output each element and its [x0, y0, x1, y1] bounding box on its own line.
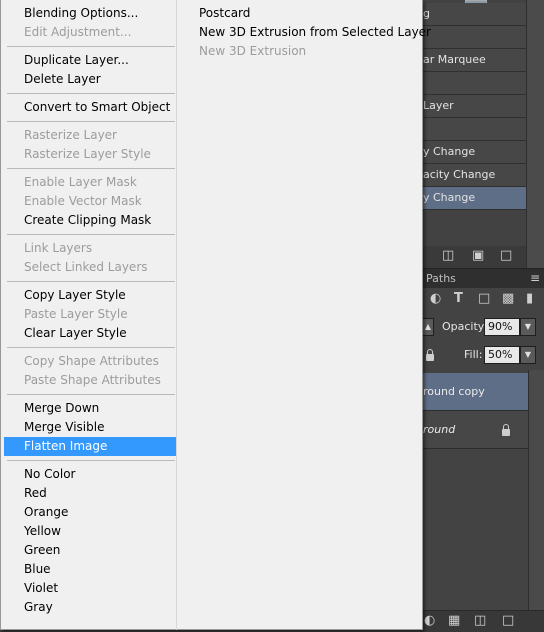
layer-name: round — [423, 423, 456, 436]
menu-item-rasterize-layer-style: Rasterize Layer Style — [24, 147, 151, 161]
menu-column-right: Postcard New 3D Extrusion from Selected L… — [178, 0, 431, 630]
layer-filter-icons: ◐ T □ ▩ ▮ — [420, 288, 544, 310]
history-state-row[interactable]: y Change — [420, 187, 526, 210]
history-state-label: acity Change — [423, 168, 496, 181]
menu-separator — [7, 281, 175, 282]
shape-filter-icon[interactable]: □ — [478, 292, 490, 306]
menu-item-merge-visible[interactable]: Merge Visible — [4, 418, 176, 437]
menu-item-no-color[interactable]: No Color — [4, 465, 176, 484]
menu-item-rasterize-layer: Rasterize Layer — [24, 128, 117, 142]
history-state-label: ar Marquee — [423, 53, 486, 66]
menu-item-blue[interactable]: Blue — [4, 560, 176, 579]
layer-row[interactable]: round — [420, 411, 528, 449]
menu-separator — [7, 394, 175, 395]
menu-item-flatten-image[interactable]: Flatten Image — [4, 437, 176, 456]
history-toolbar: ◫ ▣ □ — [420, 246, 526, 266]
delete-layer-icon[interactable]: □ — [502, 614, 514, 628]
menu-column-left: Blending Options... Edit Adjustment... Dup… — [1, 0, 177, 630]
trash-icon[interactable]: □ — [500, 249, 512, 263]
new-group-icon[interactable]: ▦ — [448, 614, 460, 628]
history-state-row[interactable] — [420, 118, 526, 141]
history-state-row[interactable]: Layer — [420, 95, 526, 118]
adjustment-filter-icon[interactable]: ◐ — [430, 292, 441, 306]
menu-item-gray[interactable]: Gray — [4, 598, 176, 617]
camera-icon[interactable]: ▣ — [472, 249, 484, 263]
history-state-label: g — [423, 7, 430, 20]
menu-item-duplicate-layer[interactable]: Duplicate Layer... — [4, 51, 176, 70]
menu-item-select-linked-layers: Select Linked Layers — [24, 260, 148, 274]
menu-item-blending-options[interactable]: Blending Options... — [4, 4, 176, 23]
menu-item-copy-layer-style[interactable]: Copy Layer Style — [4, 286, 176, 305]
history-state-row[interactable]: g — [420, 3, 526, 26]
menu-separator — [7, 347, 175, 348]
adjustment-layer-icon[interactable]: ◐ — [424, 614, 435, 628]
layers-scrollbar[interactable] — [528, 370, 544, 610]
menu-item-edit-adjustment: Edit Adjustment... — [24, 25, 132, 39]
history-scrollbar[interactable] — [526, 0, 544, 268]
layers-footer: ◐ ▦ ◫ □ — [420, 610, 544, 632]
menu-item-yellow[interactable]: Yellow — [4, 522, 176, 541]
history-state-label: y Change — [423, 145, 476, 158]
lock-all-icon[interactable] — [426, 349, 434, 361]
menu-separator — [7, 93, 175, 94]
history-state-row[interactable] — [420, 72, 526, 95]
history-state-row[interactable]: acity Change — [420, 164, 526, 187]
panel-menu-icon[interactable]: ≡ — [530, 271, 540, 285]
menu-item-postcard[interactable]: Postcard — [181, 4, 250, 23]
menu-item-merge-down[interactable]: Merge Down — [4, 399, 176, 418]
menu-item-enable-vector-mask: Enable Vector Mask — [24, 194, 142, 208]
history-state-label: y Change — [423, 191, 476, 204]
menu-item-new-3d-extrusion-from-selected-layer[interactable]: New 3D Extrusion from Selected Layer — [181, 23, 431, 42]
tab-paths[interactable]: Paths — [426, 271, 456, 287]
menu-separator — [7, 168, 175, 169]
menu-item-green[interactable]: Green — [4, 541, 176, 560]
new-document-from-state-icon[interactable]: ◫ — [442, 249, 454, 263]
smart-object-filter-icon[interactable]: ▩ — [502, 292, 514, 306]
menu-item-convert-to-smart-object[interactable]: Convert to Smart Object — [4, 98, 176, 117]
layer-lock-icon — [502, 424, 510, 436]
history-state-row[interactable] — [420, 26, 526, 49]
fill-row: Fill: 50% ▼ — [420, 343, 544, 367]
menu-separator — [7, 460, 175, 461]
menu-item-create-clipping-mask[interactable]: Create Clipping Mask — [4, 211, 176, 230]
menu-separator — [7, 46, 175, 47]
layer-context-menu: Blending Options... Edit Adjustment... Dup… — [0, 0, 431, 630]
menu-item-paste-shape-attributes: Paste Shape Attributes — [24, 373, 161, 387]
menu-separator — [7, 234, 175, 235]
menu-item-orange[interactable]: Orange — [4, 503, 176, 522]
filter-toggle-icon[interactable]: ▮ — [526, 292, 533, 306]
menu-item-link-layers: Link Layers — [24, 241, 93, 255]
fill-input[interactable]: 50% — [484, 346, 520, 364]
menu-item-clear-layer-style[interactable]: Clear Layer Style — [4, 324, 176, 343]
menu-item-paste-layer-style: Paste Layer Style — [24, 307, 128, 321]
menu-item-delete-layer[interactable]: Delete Layer — [4, 70, 176, 89]
layer-name: round copy — [423, 385, 485, 398]
menu-item-enable-layer-mask: Enable Layer Mask — [24, 175, 137, 189]
opacity-label: Opacity: — [442, 320, 488, 333]
new-layer-icon[interactable]: ◫ — [474, 614, 486, 628]
menu-item-new-3d-extrusion: New 3D Extrusion — [199, 44, 307, 58]
menu-item-violet[interactable]: Violet — [4, 579, 176, 598]
type-filter-icon[interactable]: T — [454, 292, 463, 306]
menu-separator — [7, 121, 175, 122]
opacity-input[interactable]: 90% — [484, 318, 520, 336]
layers-tab-bar: Paths ≡ — [420, 268, 544, 288]
layer-row[interactable]: round copy — [420, 373, 528, 411]
fill-label: Fill: — [464, 348, 483, 361]
fill-dropdown-icon[interactable]: ▼ — [520, 346, 536, 364]
menu-item-red[interactable]: Red — [4, 484, 176, 503]
blend-mode-stepper[interactable]: ▲ — [422, 318, 434, 336]
history-state-row[interactable]: y Change — [420, 141, 526, 164]
opacity-dropdown-icon[interactable]: ▼ — [520, 318, 536, 336]
history-state-label: Layer — [423, 99, 454, 112]
history-state-row[interactable]: ar Marquee — [420, 49, 526, 72]
opacity-row: ▲ Opacity: 90% ▼ — [420, 315, 544, 339]
menu-item-copy-shape-attributes: Copy Shape Attributes — [24, 354, 159, 368]
